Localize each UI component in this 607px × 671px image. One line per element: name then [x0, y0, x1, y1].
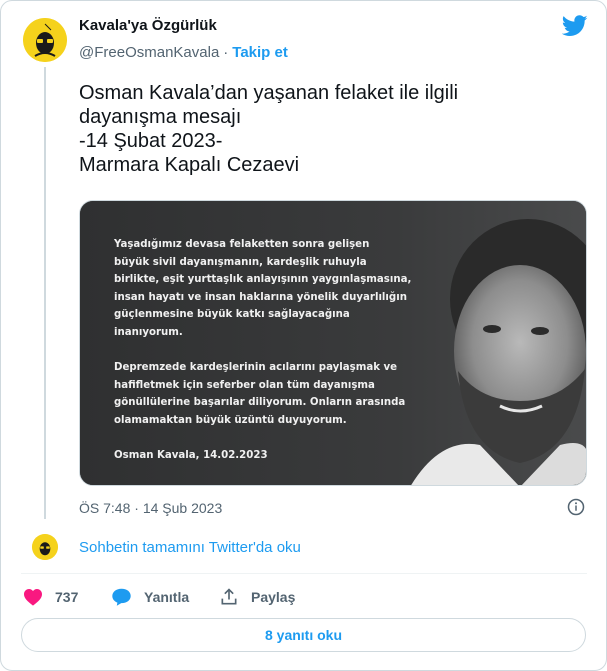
letter-paragraph: Depremzede kardeşlerinin acılarını payla… — [114, 359, 409, 429]
tweet-embed-card: Kavala'ya Özgürlük @FreeOsmanKavala · Taki… — [0, 0, 607, 671]
letter-line: Osman Kavala, 14.02.2023 — [114, 450, 268, 462]
letter-line: Depremzede kardeşlerinin acılarını payla… — [114, 362, 398, 374]
twitter-bird-icon[interactable] — [562, 15, 588, 37]
conversation-avatar[interactable] — [32, 534, 58, 560]
letter-line: hafifletmek için seferber olan tüm dayan… — [114, 379, 375, 391]
letter-line: inanıyorum. — [114, 326, 183, 338]
read-replies-button[interactable]: 8 yanıtı oku — [21, 618, 586, 652]
heart-icon — [24, 588, 42, 606]
reply-label: Yanıtla — [144, 589, 190, 605]
thread-line — [44, 67, 46, 519]
follow-button[interactable]: Takip et — [232, 44, 288, 61]
author-avatar[interactable] — [23, 18, 67, 62]
letter-paragraph: Yaşadığımız devasa felaketten sonra geli… — [114, 236, 412, 342]
timestamp-separator: · — [134, 500, 139, 516]
handle-separator: · — [223, 44, 229, 61]
like-button[interactable]: 737 — [23, 586, 78, 608]
share-label: Paylaş — [251, 589, 296, 605]
letter-line: büyük sivil dayanışmanın, kardeşlik ruhu… — [114, 256, 367, 268]
tweet-text: Osman Kavala’dan yaşanan felaket ile ilg… — [79, 81, 579, 177]
tweet-media-image[interactable]: Yaşadığımız devasa felaketten sonra geli… — [79, 200, 587, 486]
avatar-image — [32, 534, 58, 560]
share-button[interactable]: Paylaş — [219, 586, 295, 608]
letter-line: insan hayatı ve insan haklarına yönelik … — [114, 291, 407, 303]
author-handle[interactable]: @FreeOsmanKavala — [79, 44, 219, 61]
tweet-time: ÖS 7:48 — [79, 500, 131, 516]
tweet-line: Osman Kavala’dan yaşanan felaket ile ilg… — [79, 82, 459, 104]
letter-line: Yaşadığımız devasa felaketten sonra geli… — [114, 239, 370, 250]
avatar-image — [23, 18, 67, 62]
tweet-line: Marmara Kapalı Cezaevi — [79, 154, 300, 176]
info-icon[interactable] — [567, 498, 585, 516]
letter-text: Yaşadığımız devasa felaketten sonra geli… — [114, 236, 412, 482]
author-handle-row: @FreeOsmanKavala · Takip et — [79, 44, 288, 61]
tweet-line: dayanışma mesajı — [79, 106, 242, 128]
reply-bubble-icon — [112, 588, 131, 606]
tweet-timestamp[interactable]: ÖS 7:48 · 14 Şub 2023 — [79, 500, 222, 516]
letter-line: güçlenmesine büyük katkı sağlayacağına — [114, 309, 350, 321]
letter-line: olamamaktan büyük üzüntü duyuyorum. — [114, 414, 347, 426]
letter-line: birlikte, eşit yurttaşlık anlayışının ya… — [114, 274, 412, 286]
letter-line: gönüllülerine başarılar diliyorum. Onlar… — [114, 397, 406, 409]
letter-signature: Osman Kavala, 14.02.2023 — [114, 447, 409, 465]
tweet-date: 14 Şub 2023 — [142, 500, 223, 516]
divider — [21, 573, 587, 574]
author-name[interactable]: Kavala'ya Özgürlük — [79, 17, 217, 34]
tweet-line: -14 Şubat 2023- — [79, 130, 223, 152]
like-count: 737 — [55, 589, 79, 605]
reply-button[interactable]: Yanıtla — [111, 586, 189, 608]
read-conversation-link[interactable]: Sohbetin tamamını Twitter'da oku — [79, 539, 301, 556]
share-icon — [221, 588, 237, 605]
